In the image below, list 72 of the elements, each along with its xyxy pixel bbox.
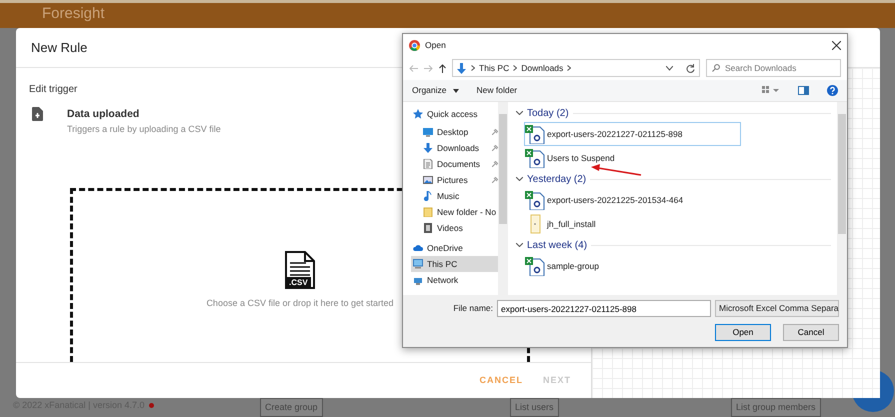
cloud-icon (413, 243, 423, 253)
forward-arrow-icon[interactable] (424, 64, 433, 72)
nav-item[interactable]: Desktop (411, 124, 498, 140)
chevron-down-icon[interactable] (666, 66, 673, 70)
open-button[interactable]: Open (715, 324, 771, 341)
help-icon[interactable] (827, 85, 838, 96)
monitor-icon (413, 259, 423, 269)
new-folder-button[interactable]: New folder (476, 84, 518, 97)
download-arrow-icon (423, 143, 433, 153)
file-upload-icon (32, 107, 43, 121)
music-note-icon (423, 191, 433, 201)
spreadsheet-file-icon (525, 190, 545, 210)
file-name-label: File name: (453, 302, 493, 315)
drop-hint: Choose a CSV file or drop it here to get started (206, 297, 394, 310)
chevron-down-icon (516, 177, 523, 181)
nav-item[interactable]: Quick access (411, 106, 498, 122)
status-dot (148, 403, 154, 408)
chevron-right-icon (567, 65, 572, 71)
nav-item[interactable]: Videos (411, 220, 498, 236)
cancel-button[interactable]: Cancel (783, 324, 839, 341)
download-arrow-icon (457, 62, 466, 74)
caret-down-icon[interactable] (452, 88, 458, 92)
pin-icon[interactable] (492, 145, 498, 151)
nav-item[interactable]: This PC (411, 256, 498, 272)
film-icon (423, 223, 433, 233)
nav-item[interactable]: OneDrive (411, 240, 498, 256)
close-icon[interactable] (832, 40, 841, 50)
file-name-field[interactable]: export-users-20221227-021125-898 (497, 300, 711, 317)
document-icon (423, 159, 433, 169)
view-grid-icon[interactable] (762, 86, 780, 95)
nav-item[interactable]: Network (411, 272, 498, 288)
chevron-down-icon (516, 243, 523, 247)
up-arrow-icon[interactable] (439, 64, 446, 72)
search-field[interactable]: Search Downloads (706, 59, 841, 77)
organize-menu[interactable]: Organize (412, 84, 446, 97)
nav-item[interactable]: Documents (411, 156, 498, 172)
refresh-icon[interactable] (686, 64, 695, 72)
file-item[interactable]: Users to Suspend (524, 146, 741, 170)
address-bar[interactable]: This PC Downloads (452, 59, 700, 77)
spreadsheet-file-icon (525, 256, 545, 276)
nav-item[interactable]: Pictures (411, 172, 498, 188)
group-header[interactable]: Today (2) (516, 104, 837, 122)
pin-icon[interactable] (492, 161, 498, 167)
network-icon (413, 275, 423, 285)
spreadsheet-file-icon (525, 124, 545, 144)
app-title: Foresight (0, 0, 895, 28)
group-header[interactable]: Yesterday (2) (516, 170, 837, 188)
pin-icon[interactable] (492, 177, 498, 183)
file-item[interactable]: export-users-20221227-021125-898 (524, 122, 741, 146)
section-heading: Edit trigger (29, 83, 78, 97)
star-icon (413, 109, 423, 119)
folder-icon (423, 207, 433, 217)
file-type-dropdown[interactable]: Microsoft Excel Comma Separa (715, 300, 839, 317)
back-arrow-icon[interactable] (409, 64, 418, 72)
nav-item[interactable]: New folder - No (411, 204, 498, 220)
scrollbar[interactable] (498, 102, 508, 295)
pin-icon[interactable] (492, 129, 498, 135)
trigger-name: Data uploaded (67, 107, 140, 122)
chevron-right-icon (471, 65, 475, 71)
preview-pane-icon[interactable] (798, 86, 809, 95)
chevron-right-icon (513, 65, 518, 71)
trigger-description: Triggers a rule by uploading a CSV file (67, 122, 221, 136)
chevron-down-icon (516, 111, 523, 115)
browser-logo-icon (409, 40, 420, 50)
dialog-title: Open (425, 38, 447, 52)
nav-item[interactable]: Music (411, 188, 498, 204)
nav-item[interactable]: Downloads (411, 140, 498, 156)
file-type-value: Microsoft Excel Comma Separa (719, 302, 839, 315)
picture-icon (423, 175, 433, 185)
scrollbar[interactable] (837, 102, 847, 295)
spreadsheet-file-icon (525, 148, 545, 168)
monitor-icon (423, 127, 433, 137)
